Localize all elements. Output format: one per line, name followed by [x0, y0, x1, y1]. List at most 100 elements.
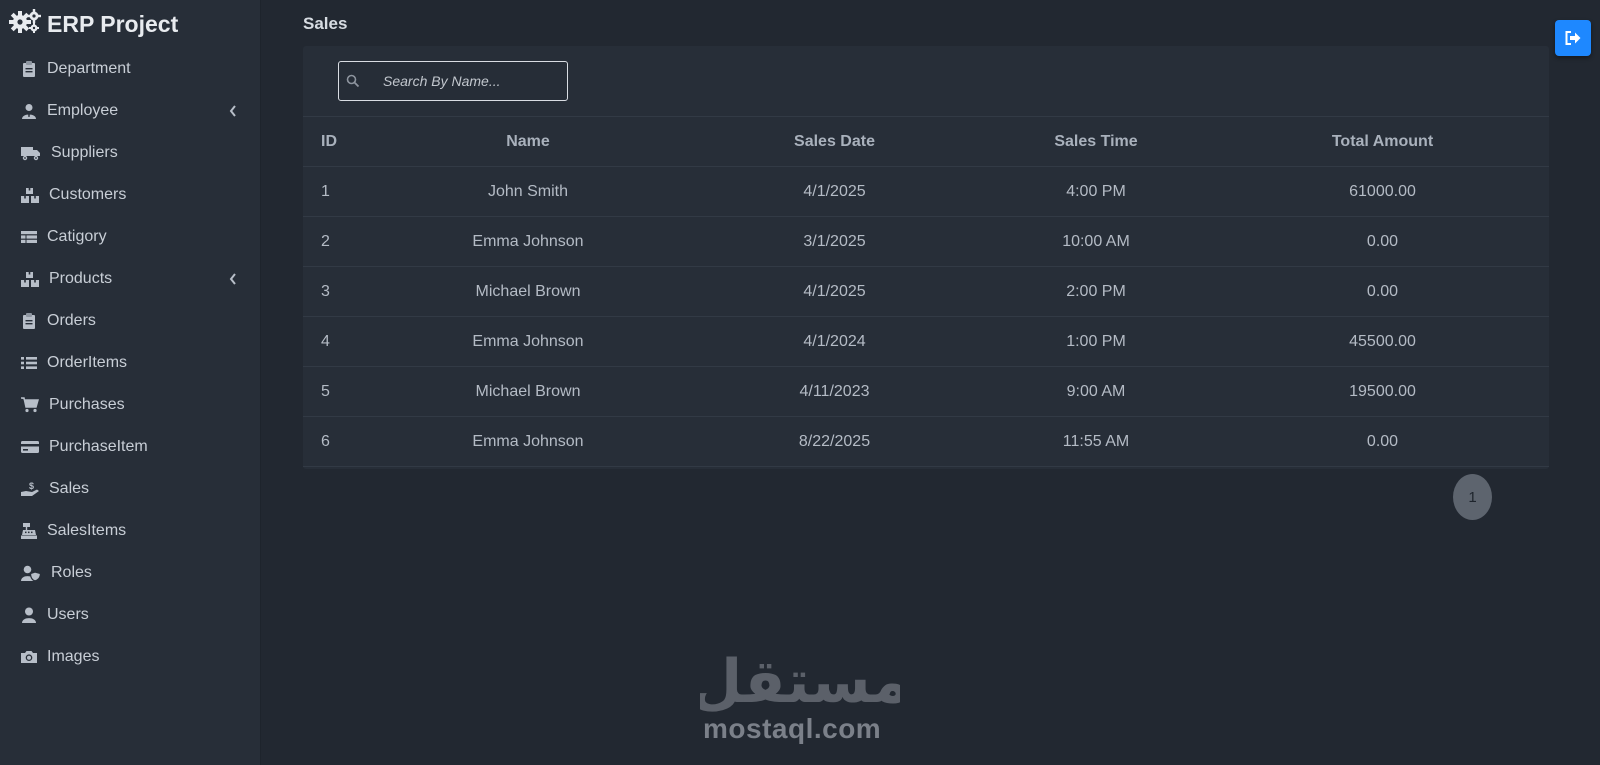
column-header-name[interactable]: Name — [363, 116, 693, 167]
gears-icon — [9, 8, 41, 40]
cart-icon — [19, 396, 41, 414]
cell-total-amount: 0.00 — [1216, 416, 1549, 467]
credit-card-icon — [19, 438, 41, 456]
cell-name: Michael Brown — [363, 266, 693, 317]
pagination-page-button[interactable]: 1 — [1453, 474, 1492, 520]
cell-total-amount: 0.00 — [1216, 266, 1549, 317]
table-icon — [19, 228, 39, 246]
cash-register-icon — [19, 522, 39, 540]
sidebar-nav: Department Employee Suppliers Customers … — [0, 48, 261, 678]
sidebar-item-employee[interactable]: Employee — [0, 90, 261, 132]
sidebar-item-suppliers[interactable]: Suppliers — [0, 132, 261, 174]
sidebar-item-catigory[interactable]: Catigory — [0, 216, 261, 258]
watermark-latin-text: mostaql.com — [703, 713, 882, 744]
sidebar-item-purchases[interactable]: Purchases — [0, 384, 261, 426]
sidebar-item-label: Images — [47, 648, 100, 665]
sidebar-item-label: Orders — [47, 312, 96, 329]
cell-id: 4 — [303, 316, 363, 367]
sign-out-icon — [1565, 31, 1581, 45]
cell-name: John Smith — [363, 166, 693, 217]
cell-sales-time: 11:55 AM — [976, 416, 1216, 467]
watermark-arabic-text: مستقل — [700, 647, 900, 716]
chevron-left-icon[interactable] — [228, 272, 238, 286]
brand[interactable]: ERP Project — [9, 9, 178, 39]
sidebar-item-salesitems[interactable]: SalesItems — [0, 510, 261, 552]
sidebar: ERP Project Department Employee Supplier… — [0, 0, 261, 765]
cell-total-amount: 45500.00 — [1216, 316, 1549, 367]
table-row[interactable]: 1 John Smith 4/1/2025 4:00 PM 61000.00 — [303, 166, 1549, 217]
cell-sales-time: 9:00 AM — [976, 366, 1216, 417]
sidebar-item-customers[interactable]: Customers — [0, 174, 261, 216]
cell-sales-date: 3/1/2025 — [693, 216, 976, 267]
column-header-total-amount[interactable]: Total Amount — [1216, 116, 1549, 167]
boxes-icon — [19, 270, 41, 288]
cell-total-amount: 19500.00 — [1216, 366, 1549, 417]
sidebar-item-orderitems[interactable]: OrderItems — [0, 342, 261, 384]
sidebar-item-images[interactable]: Images — [0, 636, 261, 678]
cell-sales-date: 4/1/2025 — [693, 166, 976, 217]
sidebar-item-label: PurchaseItem — [49, 438, 148, 455]
cell-sales-time: 1:00 PM — [976, 316, 1216, 367]
sidebar-item-label: OrderItems — [47, 354, 128, 371]
sidebar-item-sales[interactable]: $ Sales — [0, 468, 261, 510]
cell-sales-date: 4/1/2025 — [693, 266, 976, 317]
logout-button[interactable] — [1555, 20, 1591, 56]
sidebar-item-label: Customers — [49, 186, 127, 203]
cell-id: 2 — [303, 216, 363, 267]
boxes-icon — [19, 186, 41, 204]
sidebar-item-label: Users — [47, 606, 89, 623]
sales-card: ID Name Sales Date Sales Time Total Amou… — [303, 46, 1549, 469]
column-header-id[interactable]: ID — [303, 116, 363, 167]
column-header-sales-date[interactable]: Sales Date — [693, 116, 976, 167]
camera-icon — [19, 648, 39, 666]
user-icon — [19, 606, 39, 624]
user-shield-icon — [19, 564, 43, 582]
table-row[interactable]: 2 Emma Johnson 3/1/2025 10:00 AM 0.00 — [303, 216, 1549, 267]
sidebar-item-label: Catigory — [47, 228, 107, 245]
sidebar-item-label: Suppliers — [51, 144, 118, 161]
cell-name: Michael Brown — [363, 366, 693, 417]
sidebar-item-label: Sales — [49, 480, 90, 497]
cell-sales-time: 2:00 PM — [976, 266, 1216, 317]
cell-sales-time: 10:00 AM — [976, 216, 1216, 267]
table-header-row: ID Name Sales Date Sales Time Total Amou… — [303, 116, 1549, 167]
sidebar-item-purchaseitem[interactable]: PurchaseItem — [0, 426, 261, 468]
column-header-sales-time[interactable]: Sales Time — [976, 116, 1216, 167]
clipboard-icon — [19, 60, 39, 78]
table-row[interactable]: 3 Michael Brown 4/1/2025 2:00 PM 0.00 — [303, 266, 1549, 317]
mostaql-logo: مستقل — [700, 647, 900, 716]
page-title: Sales — [303, 14, 348, 33]
cell-id: 6 — [303, 416, 363, 467]
cell-total-amount: 0.00 — [1216, 216, 1549, 267]
list-icon — [19, 354, 39, 372]
chevron-left-icon[interactable] — [228, 104, 238, 118]
clipboard-icon — [19, 312, 39, 330]
cell-id: 5 — [303, 366, 363, 417]
sidebar-item-label: Employee — [47, 102, 119, 119]
user-tie-icon — [19, 102, 39, 120]
sidebar-item-label: Products — [49, 270, 113, 287]
search-box[interactable] — [338, 61, 568, 101]
search-input[interactable] — [383, 62, 563, 100]
hand-dollar-icon: $ — [19, 480, 41, 498]
cell-sales-date: 8/22/2025 — [693, 416, 976, 467]
sidebar-item-label: SalesItems — [47, 522, 127, 539]
cell-sales-time: 4:00 PM — [976, 166, 1216, 217]
table-row[interactable]: 4 Emma Johnson 4/1/2024 1:00 PM 45500.00 — [303, 316, 1549, 367]
sidebar-item-products[interactable]: Products — [0, 258, 261, 300]
sidebar-item-department[interactable]: Department — [0, 48, 261, 90]
cell-sales-date: 4/1/2024 — [693, 316, 976, 367]
sidebar-item-label: Purchases — [49, 396, 125, 413]
cell-id: 1 — [303, 166, 363, 217]
search-icon — [346, 74, 360, 88]
table-row[interactable]: 5 Michael Brown 4/11/2023 9:00 AM 19500.… — [303, 366, 1549, 417]
svg-text:$: $ — [29, 481, 34, 491]
sidebar-item-roles[interactable]: Roles — [0, 552, 261, 594]
sidebar-item-orders[interactable]: Orders — [0, 300, 261, 342]
app-root: ERP Project Department Employee Supplier… — [0, 0, 1600, 765]
truck-icon — [19, 144, 43, 162]
table-row[interactable]: 6 Emma Johnson 8/22/2025 11:55 AM 0.00 — [303, 416, 1549, 467]
sidebar-item-users[interactable]: Users — [0, 594, 261, 636]
cell-id: 3 — [303, 266, 363, 317]
sales-table: ID Name Sales Date Sales Time Total Amou… — [303, 116, 1549, 467]
